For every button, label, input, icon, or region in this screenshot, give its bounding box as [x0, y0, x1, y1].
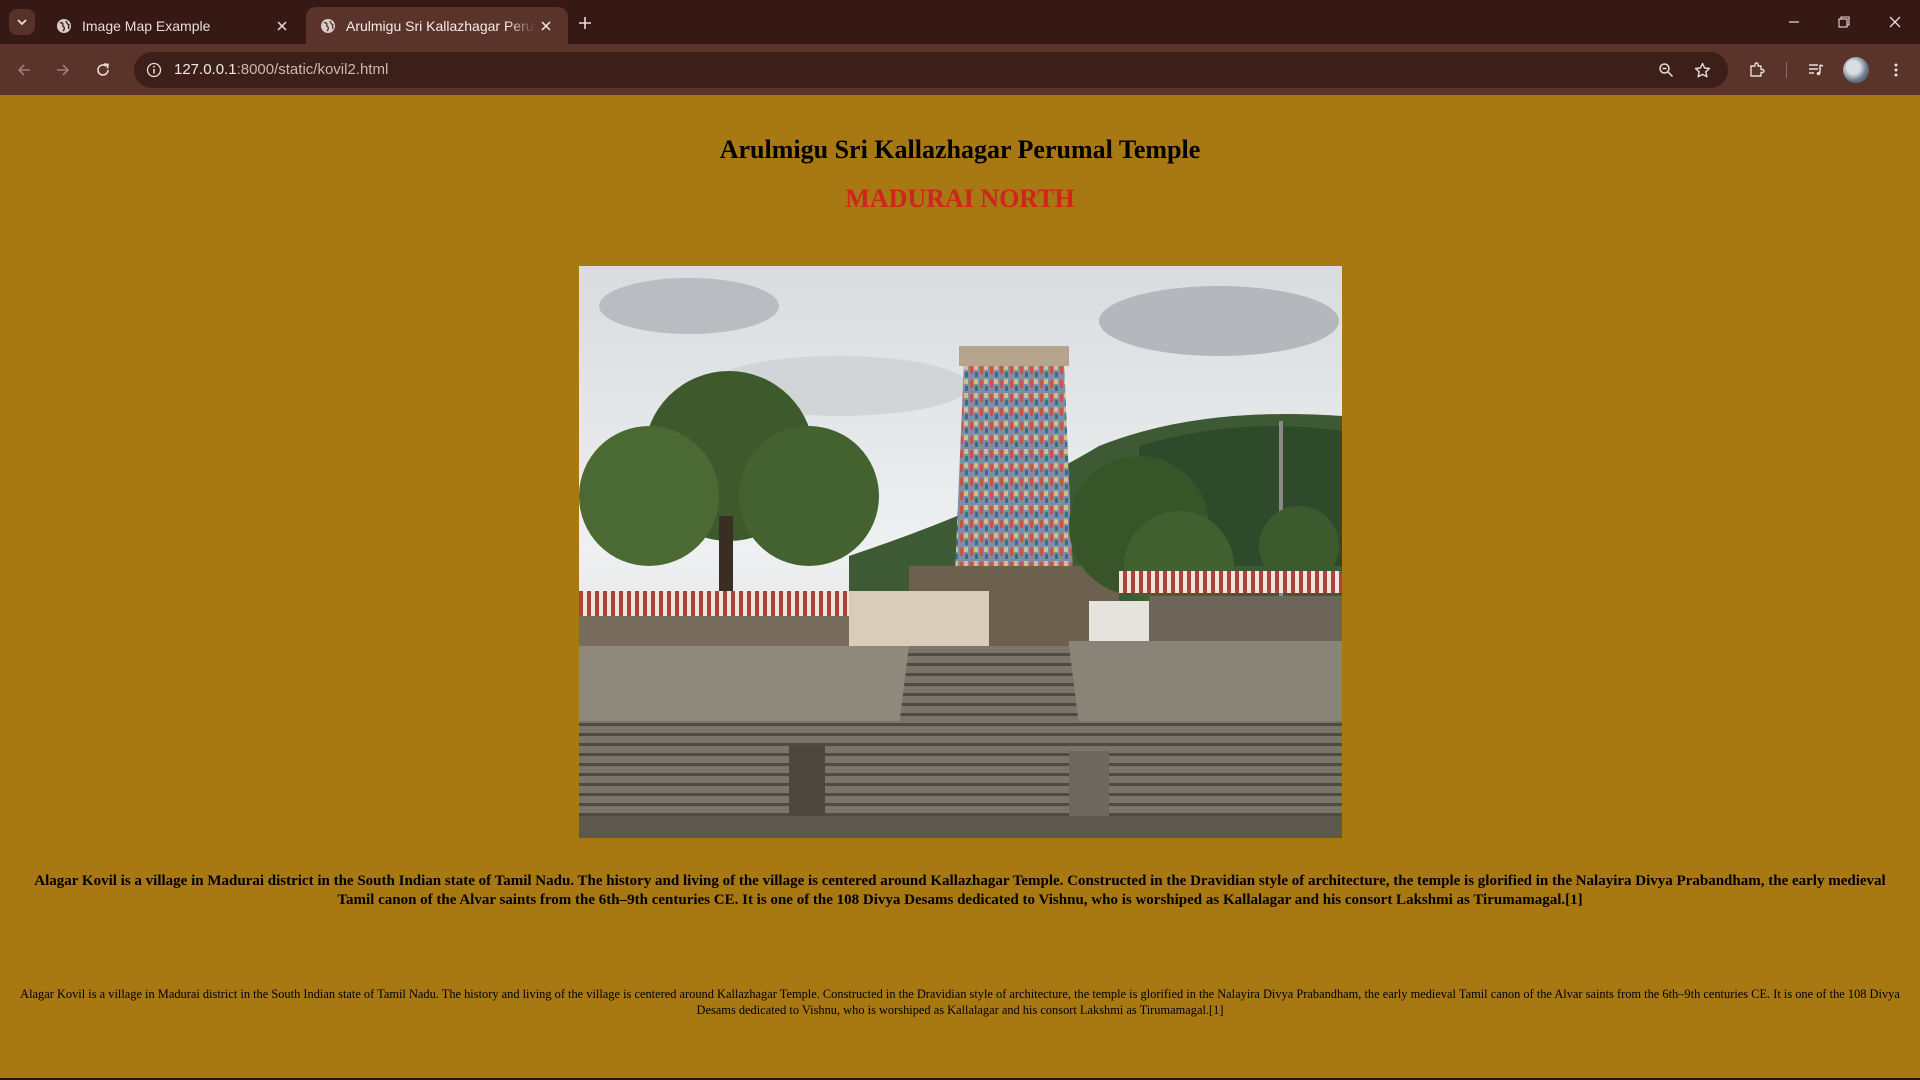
- tab-title: Image Map Example: [82, 17, 211, 34]
- restore-button[interactable]: [1832, 10, 1856, 34]
- close-icon: [541, 20, 551, 31]
- minimize-button[interactable]: [1782, 10, 1806, 34]
- url-text[interactable]: 127.0.0.1:8000/static/kovil2.html: [174, 52, 388, 88]
- playlist-icon: [1809, 64, 1824, 76]
- arrow-right-icon: [57, 64, 70, 76]
- media-controls-button[interactable]: [1802, 56, 1830, 84]
- tab-search-button[interactable]: [9, 9, 35, 35]
- more-vertical-icon: [1894, 63, 1898, 77]
- tab-image-map-example[interactable]: Image Map Example: [42, 7, 304, 44]
- address-bar[interactable]: 127.0.0.1:8000/static/kovil2.html: [134, 52, 1728, 88]
- star-icon: [1694, 62, 1710, 77]
- back-button[interactable]: [10, 56, 38, 84]
- bookmark-button[interactable]: [1690, 58, 1714, 82]
- minimize-icon: [1789, 21, 1799, 23]
- globe-icon: [321, 18, 335, 33]
- profile-avatar[interactable]: [1843, 57, 1869, 83]
- tab-strip: Image Map Example Arulmigu Sri Kallazhag…: [0, 0, 1920, 44]
- tab-close-button[interactable]: [272, 16, 292, 36]
- tab-title: Arulmigu Sri Kallazhagar Perumal Temple: [346, 17, 536, 34]
- page-subtitle: MADURAI NORTH: [845, 184, 1075, 213]
- toolbar-divider: [1786, 62, 1787, 78]
- close-icon: [1889, 16, 1901, 28]
- browser-menu-button[interactable]: [1882, 56, 1910, 84]
- extensions-button[interactable]: [1743, 56, 1771, 84]
- arrow-left-icon: [17, 64, 30, 76]
- forward-button[interactable]: [49, 56, 77, 84]
- chevron-down-icon: [17, 19, 27, 26]
- globe-icon: [57, 18, 71, 33]
- zoom-button[interactable]: [1654, 58, 1678, 82]
- intro-paragraph-small: Alagar Kovil is a village in Madurai dis…: [20, 987, 1900, 1017]
- temple-photo: [579, 266, 1342, 838]
- tab-close-button[interactable]: [536, 16, 556, 36]
- puzzle-icon: [1750, 62, 1765, 77]
- site-info-button[interactable]: [142, 58, 166, 82]
- new-tab-button[interactable]: [573, 11, 597, 35]
- close-icon: [277, 20, 287, 31]
- url-host: 127.0.0.1: [174, 61, 237, 78]
- reload-icon: [97, 63, 109, 76]
- temple-illustration: [579, 266, 1342, 838]
- zoom-icon: [1659, 63, 1674, 78]
- tab-kallazhagar-temple[interactable]: Arulmigu Sri Kallazhagar Perumal Temple: [306, 7, 568, 44]
- close-window-button[interactable]: [1883, 10, 1907, 34]
- restore-icon: [1838, 16, 1850, 28]
- intro-paragraph: Alagar Kovil is a village in Madurai dis…: [34, 873, 1886, 908]
- url-path: :8000/static/kovil2.html: [236, 61, 389, 78]
- browser-toolbar: 127.0.0.1:8000/static/kovil2.html: [0, 44, 1920, 95]
- info-icon: [146, 62, 162, 78]
- page-title: Arulmigu Sri Kallazhagar Perumal Temple: [719, 135, 1201, 164]
- plus-icon: [579, 17, 591, 29]
- reload-button[interactable]: [89, 56, 117, 84]
- page-content: Arulmigu Sri Kallazhagar Perumal Temple …: [0, 95, 1920, 1078]
